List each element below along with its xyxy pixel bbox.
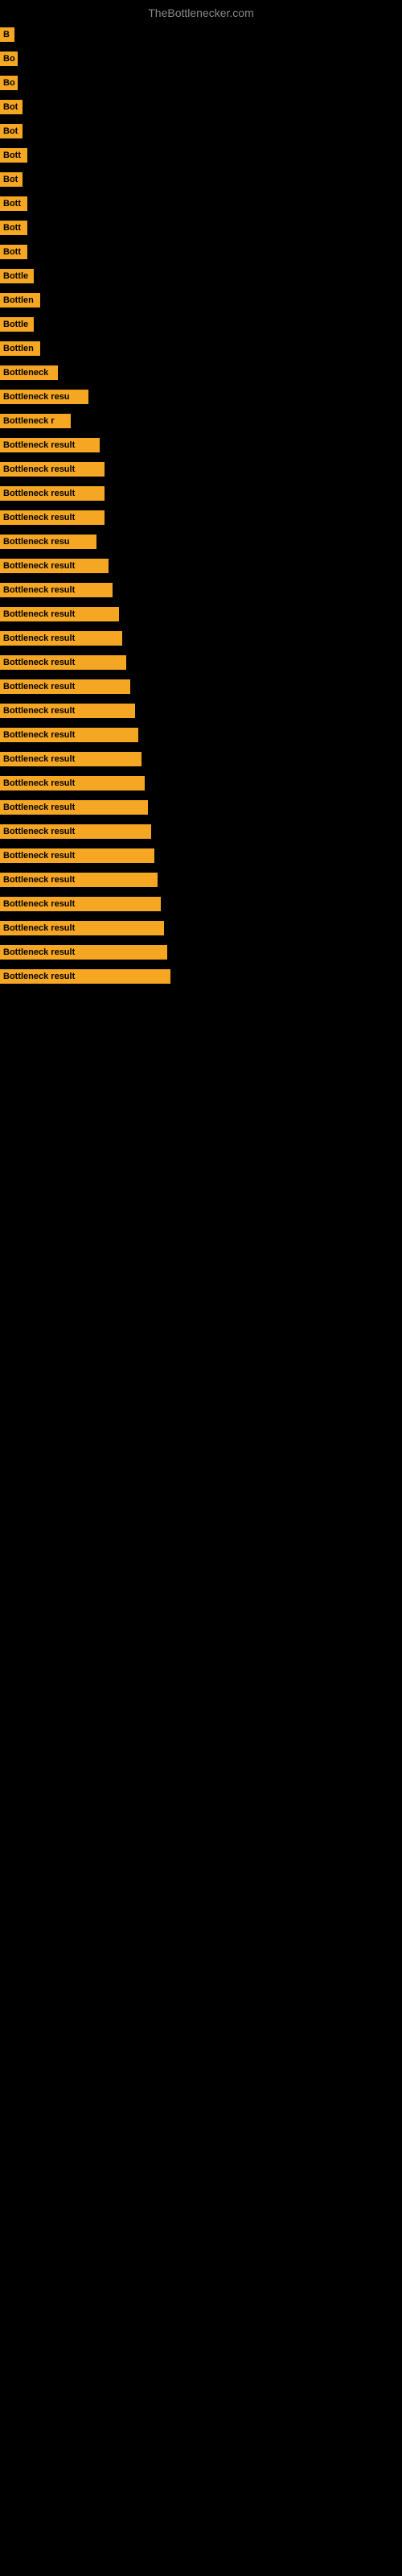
list-item: Bottleneck resu: [0, 530, 402, 554]
list-item: Bottleneck result: [0, 457, 402, 481]
list-item: Bottleneck result: [0, 723, 402, 747]
bottleneck-label: Bott: [0, 245, 27, 259]
bottleneck-label: Bottleneck result: [0, 921, 164, 935]
bottleneck-label: Bott: [0, 148, 27, 163]
bottleneck-label: Bottleneck result: [0, 969, 170, 984]
list-item: Bott: [0, 240, 402, 264]
bottleneck-label: Bottleneck: [0, 365, 58, 380]
bottleneck-label: Bo: [0, 76, 18, 90]
bottleneck-label: Bottleneck result: [0, 462, 105, 477]
bottleneck-label: Bo: [0, 52, 18, 66]
list-item: Bottleneck result: [0, 433, 402, 457]
bottleneck-label: Bottleneck result: [0, 486, 105, 501]
bottleneck-label: Bottleneck result: [0, 897, 161, 911]
list-item: Bott: [0, 143, 402, 167]
list-item: Bot: [0, 167, 402, 192]
bottleneck-label: Bottleneck result: [0, 945, 167, 960]
bottleneck-label: Bottleneck result: [0, 704, 135, 718]
list-item: Bottleneck result: [0, 626, 402, 650]
bottleneck-label: Bottleneck result: [0, 848, 154, 863]
bottleneck-label: Bottleneck r: [0, 414, 71, 428]
bottleneck-label: Bot: [0, 100, 23, 114]
list-item: Bottlen: [0, 288, 402, 312]
list-item: Bottleneck result: [0, 771, 402, 795]
bottleneck-label: B: [0, 27, 14, 42]
bottleneck-label: Bottlen: [0, 341, 40, 356]
bottleneck-label: Bottleneck result: [0, 510, 105, 525]
list-item: Bottleneck result: [0, 964, 402, 989]
bottleneck-label: Bottleneck resu: [0, 535, 96, 549]
site-title: TheBottlenecker.com: [0, 0, 402, 23]
list-item: B: [0, 23, 402, 47]
list-item: Bottleneck resu: [0, 385, 402, 409]
list-item: Bottleneck result: [0, 892, 402, 916]
list-item: Bott: [0, 216, 402, 240]
list-item: Bo: [0, 71, 402, 95]
bottleneck-label: Bottleneck resu: [0, 390, 88, 404]
list-item: Bottleneck result: [0, 506, 402, 530]
list-item: Bottleneck result: [0, 868, 402, 892]
list-item: Bottleneck: [0, 361, 402, 385]
list-item: Bot: [0, 95, 402, 119]
bottleneck-label: Bottleneck result: [0, 631, 122, 646]
bottleneck-label: Bott: [0, 221, 27, 235]
bottleneck-label: Bottleneck result: [0, 776, 145, 791]
list-item: Bottleneck r: [0, 409, 402, 433]
bottleneck-label: Bot: [0, 172, 23, 187]
list-item: Bot: [0, 119, 402, 143]
list-item: Bo: [0, 47, 402, 71]
list-item: Bottleneck result: [0, 747, 402, 771]
bottleneck-label: Bottleneck result: [0, 679, 130, 694]
bottleneck-label: Bottleneck result: [0, 559, 109, 573]
list-item: Bottleneck result: [0, 481, 402, 506]
bottleneck-label: Bot: [0, 124, 23, 138]
bottleneck-label: Bottleneck result: [0, 873, 158, 887]
list-item: Bottlen: [0, 336, 402, 361]
list-item: Bottleneck result: [0, 916, 402, 940]
list-item: Bottleneck result: [0, 940, 402, 964]
list-item: Bottle: [0, 312, 402, 336]
list-item: Bottleneck result: [0, 819, 402, 844]
bottleneck-label: Bottlen: [0, 293, 40, 308]
bottleneck-label: Bottleneck result: [0, 655, 126, 670]
list-item: Bottleneck result: [0, 844, 402, 868]
bottleneck-label: Bottleneck result: [0, 438, 100, 452]
bottleneck-label: Bottleneck result: [0, 752, 142, 766]
list-item: Bottleneck result: [0, 602, 402, 626]
bottleneck-label: Bottleneck result: [0, 800, 148, 815]
bottleneck-label: Bottle: [0, 269, 34, 283]
bottleneck-label: Bottleneck result: [0, 583, 113, 597]
bottleneck-label: Bottleneck result: [0, 728, 138, 742]
list-item: Bottle: [0, 264, 402, 288]
list-item: Bott: [0, 192, 402, 216]
list-item: Bottleneck result: [0, 795, 402, 819]
bottleneck-label: Bottle: [0, 317, 34, 332]
bottleneck-label: Bott: [0, 196, 27, 211]
list-item: Bottleneck result: [0, 650, 402, 675]
list-item: Bottleneck result: [0, 675, 402, 699]
list-item: Bottleneck result: [0, 578, 402, 602]
bottleneck-label: Bottleneck result: [0, 824, 151, 839]
list-item: Bottleneck result: [0, 554, 402, 578]
bottleneck-label: Bottleneck result: [0, 607, 119, 621]
list-item: Bottleneck result: [0, 699, 402, 723]
